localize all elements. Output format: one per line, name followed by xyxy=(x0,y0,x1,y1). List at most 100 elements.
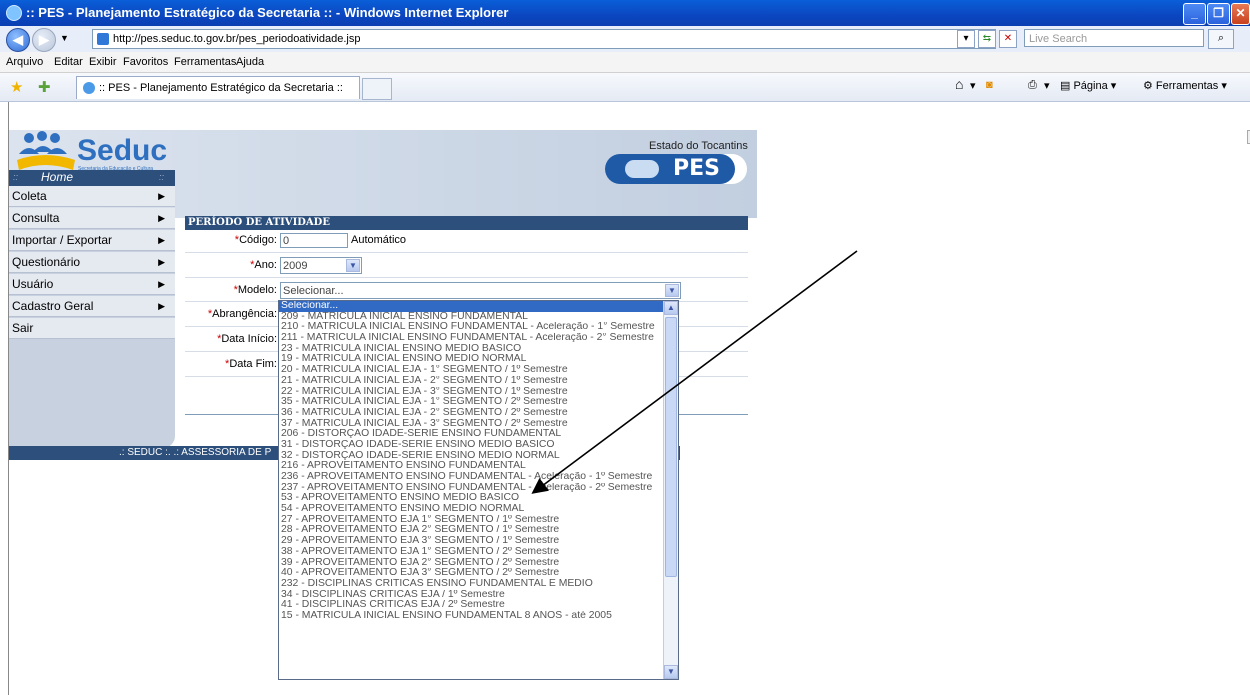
dropdown-option[interactable]: 38 - APROVEITAMENTO EJA 1° SEGMENTO / 2º… xyxy=(279,547,678,558)
dropdown-option[interactable]: 39 - APROVEITAMENTO EJA 2° SEGMENTO / 2º… xyxy=(279,558,678,569)
dropdown-option[interactable]: 36 - MATRÍCULA INICIAL EJA - 2° SEGMENTO… xyxy=(279,408,678,419)
history-dropdown-icon[interactable]: ▼ xyxy=(60,33,69,43)
dropdown-option[interactable]: 37 - MATRÍCULA INICIAL EJA - 3° SEGMENTO… xyxy=(279,419,678,430)
dropdown-option[interactable]: 209 - MATRÍCULA INICIAL ENSINO FUNDAMENT… xyxy=(279,312,678,323)
sidebar-item-sair[interactable]: Sair xyxy=(9,318,175,339)
scroll-up-icon[interactable]: ▲ xyxy=(664,301,678,315)
dropdown-option[interactable]: 19 - MATRÍCULA INICIAL ENSINO MÉDIO NORM… xyxy=(279,354,678,365)
codigo-label-text: Código: xyxy=(239,234,277,246)
chevron-right-icon: ▶ xyxy=(158,235,165,245)
data-fim-label-text: Data Fim: xyxy=(229,358,277,370)
modelo-label-text: Modelo: xyxy=(237,284,277,296)
dropdown-scrollbar[interactable]: ▲ ▼ xyxy=(663,301,678,679)
address-dropdown-icon[interactable]: ▾ xyxy=(957,30,975,48)
menu-arquivo[interactable]: Arquivo xyxy=(6,56,43,68)
dropdown-option[interactable]: 232 - DISCIPLINAS CRÍTICAS ENSINO FUNDAM… xyxy=(279,579,678,590)
sidebar-item-label: Questionário xyxy=(12,255,81,269)
sidebar-item-consulta[interactable]: Consulta ▶ xyxy=(9,208,175,229)
menu-exibir[interactable]: Exibir xyxy=(89,56,117,68)
ano-value: 2009 xyxy=(283,260,308,272)
address-input[interactable]: http://pes.seduc.to.gov.br/pes_periodoat… xyxy=(92,29,996,49)
chevron-down-icon[interactable]: ▼ xyxy=(346,259,360,272)
logo-text: Seduc xyxy=(77,134,167,167)
add-favorites-icon[interactable]: ✚ xyxy=(38,78,51,96)
sidebar-item-label: Usuário xyxy=(12,277,54,291)
close-button[interactable]: ✕ xyxy=(1231,3,1250,25)
maximize-button[interactable]: ❐ xyxy=(1207,3,1230,25)
dropdown-option[interactable]: 15 - MATRÍCULA INICIAL ENSINO FUNDAMENTA… xyxy=(279,611,678,622)
home-dropdown-icon[interactable]: ▾ xyxy=(970,79,976,92)
sidebar-item-label: Sair xyxy=(12,321,34,335)
page-menu[interactable]: ▤ Página ▾ xyxy=(1060,79,1116,92)
menu-editar[interactable]: Editar xyxy=(54,56,83,68)
print-icon[interactable]: ⎙ xyxy=(1028,79,1037,92)
modelo-label: *Modelo: xyxy=(234,284,277,296)
dropdown-option[interactable]: 23 - MATRÍCULA INICIAL ENSINO MÉDIO BÁSI… xyxy=(279,344,678,355)
search-input[interactable]: Live Search xyxy=(1024,29,1204,47)
dropdown-option[interactable]: 20 - MATRÍCULA INICIAL EJA - 1° SEGMENTO… xyxy=(279,365,678,376)
sidebar-home[interactable]: :: Home :: xyxy=(9,170,175,186)
tools-menu[interactable]: ⚙ Ferramentas ▾ xyxy=(1143,79,1227,92)
dropdown-option[interactable]: 54 - APROVEITAMENTO ENSINO MÉDIO NORMAL xyxy=(279,504,678,515)
modelo-dropdown-list[interactable]: Selecionar... 209 - MATRÍCULA INICIAL ENS… xyxy=(278,300,679,680)
dropdown-option[interactable]: 40 - APROVEITAMENTO EJA 3° SEGMENTO / 2º… xyxy=(279,568,678,579)
dropdown-option[interactable]: 28 - APROVEITAMENTO EJA 2° SEGMENTO / 1º… xyxy=(279,525,678,536)
dropdown-option[interactable]: 21 - MATRÍCULA INICIAL EJA - 2° SEGMENTO… xyxy=(279,376,678,387)
dropdown-option[interactable]: 34 - DISCIPLINAS CRÍTICAS EJA / 1º Semes… xyxy=(279,590,678,601)
dropdown-option[interactable]: 216 - APROVEITAMENTO ENSINO FUNDAMENTAL xyxy=(279,461,678,472)
sidebar-item-questionario[interactable]: Questionário ▶ xyxy=(9,252,175,273)
dropdown-option[interactable]: 53 - APROVEITAMENTO ENSINO MÉDIO BÁSICO xyxy=(279,493,678,504)
dropdown-option[interactable]: 31 - DISTORÇÃO IDADE-SÉRIE ENSINO MÉDIO … xyxy=(279,440,678,451)
ano-row: *Ano: 2009 ▼ xyxy=(185,253,748,278)
pes-badge: PES xyxy=(605,154,747,184)
minimize-button[interactable]: _ xyxy=(1183,3,1206,25)
dropdown-option[interactable]: 35 - MATRÍCULA INICIAL EJA - 1° SEGMENTO… xyxy=(279,397,678,408)
stop-icon[interactable]: ✕ xyxy=(999,30,1017,48)
sidebar-item-label: Coleta xyxy=(12,189,47,203)
browser-tab[interactable]: :: PES - Planejamento Estratégico da Sec… xyxy=(76,76,360,99)
scroll-thumb[interactable] xyxy=(665,317,677,577)
print-dropdown-icon[interactable]: ▾ xyxy=(1044,79,1050,92)
address-toolbar: ◀ ▶ ▼ http://pes.seduc.to.gov.br/pes_per… xyxy=(0,26,1250,53)
ano-select[interactable]: 2009 ▼ xyxy=(280,257,362,274)
home-label: Home xyxy=(41,170,74,184)
sidebar-item-coleta[interactable]: Coleta ▶ xyxy=(9,186,175,207)
forward-arrow-icon[interactable]: ▶ xyxy=(32,28,56,52)
pes-text: PES xyxy=(673,156,720,181)
dropdown-option[interactable]: 211 - MATRÍCULA INICIAL ENSINO FUNDAMENT… xyxy=(279,333,678,344)
home-icon[interactable]: ⌂ xyxy=(955,76,963,92)
new-tab-button[interactable] xyxy=(362,78,392,100)
sidebar-item-cadastro[interactable]: Cadastro Geral ▶ xyxy=(9,296,175,317)
dropdown-option[interactable]: 22 - MATRÍCULA INICIAL EJA - 3° SEGMENTO… xyxy=(279,387,678,398)
back-arrow-icon[interactable]: ◀ xyxy=(6,28,30,52)
sidebar-item-usuario[interactable]: Usuário ▶ xyxy=(9,274,175,295)
codigo-input[interactable]: 0 xyxy=(280,233,348,248)
dropdown-option[interactable]: Selecionar... xyxy=(279,301,678,312)
menu-ferramentas[interactable]: Ferramentas xyxy=(174,56,236,68)
sidebar-item-importar[interactable]: Importar / Exportar ▶ xyxy=(9,230,175,251)
feeds-icon[interactable]: ◙ xyxy=(986,79,993,91)
search-icon[interactable]: ⌕ xyxy=(1208,29,1234,49)
dropdown-option[interactable]: 29 - APROVEITAMENTO EJA 3° SEGMENTO / 1º… xyxy=(279,536,678,547)
menu-bar: Arquivo Editar Exibir Favoritos Ferramen… xyxy=(0,52,1250,73)
modelo-select[interactable]: Selecionar... ▼ xyxy=(280,282,681,299)
dropdown-option[interactable]: 210 - MATRÍCULA INICIAL ENSINO FUNDAMENT… xyxy=(279,322,678,333)
dropdown-option[interactable]: 41 - DISCIPLINAS CRÍTICAS EJA / 2º Semes… xyxy=(279,600,678,611)
dropdown-option[interactable]: 32 - DISTORÇÃO IDADE-SÉRIE ENSINO MÉDIO … xyxy=(279,451,678,462)
dropdown-option[interactable]: 27 - APROVEITAMENTO EJA 1° SEGMENTO / 1º… xyxy=(279,515,678,526)
menu-ajuda[interactable]: Ajuda xyxy=(236,56,264,68)
form-title: PERÍODO DE ATIVIDADE xyxy=(185,216,748,230)
data-fim-label: *Data Fim: xyxy=(225,358,277,370)
home-dots-left: :: xyxy=(13,172,19,182)
chevron-right-icon: ▶ xyxy=(158,301,165,311)
chevron-down-icon[interactable]: ▼ xyxy=(665,284,679,297)
refresh-icon[interactable]: ⇆ xyxy=(978,30,996,48)
menu-favoritos[interactable]: Favoritos xyxy=(123,56,168,68)
favorites-star-icon[interactable]: ★ xyxy=(10,78,23,96)
scroll-down-icon[interactable]: ▼ xyxy=(664,665,678,679)
dropdown-option[interactable]: 237 - APROVEITAMENTO ENSINO FUNDAMENTAL … xyxy=(279,483,678,494)
dropdown-option[interactable]: 206 - DISTORÇÃO IDADE-SÉRIE ENSINO FUNDA… xyxy=(279,429,678,440)
dropdown-option[interactable]: 236 - APROVEITAMENTO ENSINO FUNDAMENTAL … xyxy=(279,472,678,483)
page-icon xyxy=(97,33,109,45)
tab-bar: ★ ✚ :: PES - Planejamento Estratégico da… xyxy=(0,73,1250,102)
